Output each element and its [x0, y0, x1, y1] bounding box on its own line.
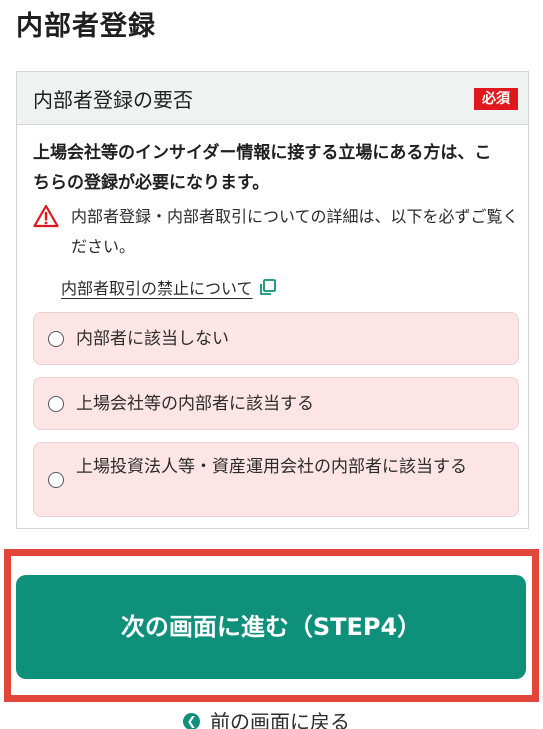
option-listed-company-insider[interactable]: 上場会社等の内部者に該当する	[33, 377, 519, 430]
card-header: 内部者登録の要否 必須	[17, 72, 528, 125]
option-label: 内部者に該当しない	[76, 329, 229, 349]
required-badge: 必須	[474, 88, 518, 110]
insider-trading-link-text[interactable]: 内部者取引の禁止について	[61, 279, 253, 298]
page-title: 内部者登録	[16, 11, 156, 42]
radio-listed-company-insider[interactable]	[48, 396, 64, 412]
radio-not-insider[interactable]	[48, 331, 64, 347]
card-description: 上場会社等のインサイダー情報に接する立場にある方は、こちらの登録が必要になります…	[33, 143, 492, 193]
warning-text: 内部者登録・内部者取引についての詳細は、以下を必ずご覧ください。	[71, 207, 519, 256]
option-not-insider[interactable]: 内部者に該当しない	[33, 312, 519, 365]
chevron-left-icon: ❮	[183, 713, 200, 729]
radio-investment-corp-insider[interactable]	[48, 472, 64, 488]
option-investment-corp-insider[interactable]: 上場投資法人等・資産運用会社の内部者に該当する	[33, 442, 519, 517]
card-title: 内部者登録の要否	[33, 88, 193, 112]
insider-registration-card: 内部者登録の要否 必須 上場会社等のインサイダー情報に接する立場にある方は、こち…	[16, 71, 529, 529]
option-label: 上場投資法人等・資産運用会社の内部者に該当する	[76, 457, 467, 477]
warning-triangle-icon	[33, 204, 59, 228]
back-link[interactable]: ❮ 前の画面に戻る	[183, 706, 350, 729]
back-link-label[interactable]: 前の画面に戻る	[210, 710, 350, 729]
external-link-icon	[259, 278, 276, 295]
next-step-button[interactable]: 次の画面に進む（STEP4）	[16, 575, 526, 679]
insider-trading-link[interactable]: 内部者取引の禁止について	[61, 275, 277, 299]
option-label: 上場会社等の内部者に該当する	[76, 394, 314, 414]
